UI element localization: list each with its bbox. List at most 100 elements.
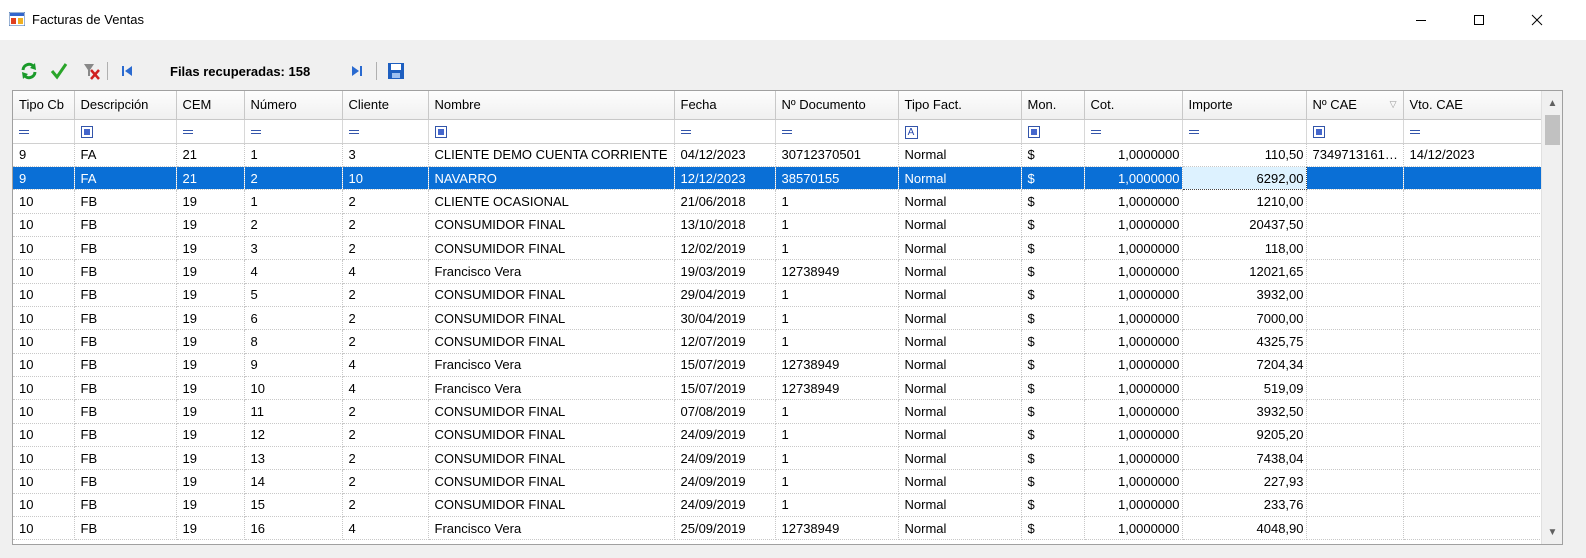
table-cell[interactable] <box>1403 236 1542 261</box>
table-cell[interactable]: $ <box>1021 236 1085 261</box>
table-cell[interactable]: 21 <box>176 166 245 191</box>
table-cell[interactable]: 1,0000000 <box>1084 446 1183 471</box>
table-cell[interactable]: FB <box>74 353 177 377</box>
table-cell[interactable]: Normal <box>898 353 1022 377</box>
table-cell[interactable]: $ <box>1021 516 1085 541</box>
accept-button[interactable] <box>48 60 70 82</box>
table-cell[interactable] <box>1403 166 1542 191</box>
table-cell[interactable]: 233,76 <box>1182 493 1307 518</box>
table-cell[interactable]: 11 <box>244 399 343 424</box>
equals-filter-icon[interactable] <box>250 130 261 135</box>
table-cell[interactable]: 29/04/2019 <box>674 283 776 307</box>
table-cell[interactable]: 10 <box>13 353 75 377</box>
filter-cell[interactable] <box>13 119 75 144</box>
table-cell[interactable] <box>1403 469 1542 494</box>
table-cell[interactable]: 3 <box>342 143 429 167</box>
filter-cell[interactable] <box>1182 119 1307 144</box>
equals-filter-icon[interactable] <box>1409 130 1420 135</box>
table-cell[interactable]: 07/08/2019 <box>674 399 776 424</box>
table-cell[interactable]: Francisco Vera <box>428 353 675 377</box>
equals-filter-icon[interactable] <box>19 130 29 135</box>
table-cell[interactable]: $ <box>1021 143 1085 167</box>
table-cell[interactable]: 3932,00 <box>1182 283 1307 307</box>
table-cell[interactable]: 10 <box>13 516 75 541</box>
table-row[interactable]: 10 FB 19 9 4 Francisco Vera 15/07/2019 12738949… <box>13 353 1542 377</box>
table-cell[interactable]: 20437,50 <box>1182 213 1307 237</box>
table-row[interactable]: 10 FB 19 11 2 CONSUMIDOR FINAL 07/08/2019 1 Norm… <box>13 399 1542 424</box>
table-cell[interactable]: FB <box>74 236 177 261</box>
table-cell[interactable]: $ <box>1021 259 1085 284</box>
table-cell[interactable] <box>1306 259 1404 284</box>
equals-filter-icon[interactable] <box>182 130 193 135</box>
table-cell[interactable]: 19/03/2019 <box>674 259 776 284</box>
table-row[interactable]: 10 FB 19 14 2 CONSUMIDOR FINAL 24/09/2019 1 Norm… <box>13 469 1542 494</box>
table-cell[interactable]: 227,93 <box>1182 469 1307 494</box>
table-cell[interactable]: 4 <box>244 259 343 284</box>
table-cell[interactable]: FB <box>74 329 177 354</box>
table-cell[interactable]: 7204,34 <box>1182 353 1307 377</box>
table-cell[interactable]: $ <box>1021 469 1085 494</box>
table-cell[interactable]: Normal <box>898 376 1022 401</box>
table-cell[interactable]: 1 <box>775 469 899 494</box>
table-cell[interactable]: 24/09/2019 <box>674 493 776 518</box>
table-cell[interactable]: 19 <box>176 516 245 541</box>
table-cell[interactable]: Normal <box>898 446 1022 471</box>
filter-cell[interactable] <box>1306 119 1404 144</box>
table-cell[interactable]: FB <box>74 189 177 214</box>
table-cell[interactable]: 9 <box>13 166 75 191</box>
table-cell[interactable]: CLIENTE OCASIONAL <box>428 189 675 214</box>
list-filter-icon[interactable] <box>1027 126 1040 139</box>
table-cell[interactable]: 12738949 <box>775 259 899 284</box>
table-cell[interactable]: $ <box>1021 189 1085 214</box>
close-button[interactable] <box>1508 0 1566 40</box>
filter-cell[interactable] <box>674 119 776 144</box>
table-cell[interactable]: FB <box>74 213 177 237</box>
table-cell[interactable]: 4 <box>342 353 429 377</box>
table-cell[interactable]: 10 <box>13 329 75 354</box>
column-header[interactable]: Importe <box>1182 91 1307 120</box>
table-cell[interactable]: 1 <box>775 399 899 424</box>
table-cell[interactable]: Normal <box>898 213 1022 237</box>
vertical-scrollbar[interactable]: ▲ ▼ <box>1541 91 1562 544</box>
table-cell[interactable]: Normal <box>898 259 1022 284</box>
table-row[interactable]: 10 FB 19 13 2 CONSUMIDOR FINAL 24/09/2019 1 Norm… <box>13 446 1542 471</box>
column-header[interactable]: Descripción <box>74 91 177 120</box>
table-cell[interactable] <box>1403 306 1542 331</box>
table-cell[interactable]: $ <box>1021 283 1085 307</box>
table-cell[interactable]: 2 <box>342 329 429 354</box>
list-filter-icon[interactable] <box>1312 126 1325 139</box>
table-cell[interactable]: CLIENTE DEMO CUENTA CORRIENTE <box>428 143 675 167</box>
table-cell[interactable]: 19 <box>176 306 245 331</box>
table-cell[interactable]: FA <box>74 143 177 167</box>
table-cell[interactable]: 12/07/2019 <box>674 329 776 354</box>
table-cell[interactable]: 10 <box>13 469 75 494</box>
table-cell[interactable]: FB <box>74 283 177 307</box>
table-cell[interactable]: Normal <box>898 423 1022 447</box>
table-cell[interactable]: 15/07/2019 <box>674 353 776 377</box>
filter-cell[interactable] <box>342 119 429 144</box>
table-cell[interactable]: 10 <box>13 259 75 284</box>
table-cell[interactable]: 10 <box>13 213 75 237</box>
table-cell[interactable]: 1 <box>775 236 899 261</box>
table-cell[interactable]: 12/12/2023 <box>674 166 776 191</box>
table-cell[interactable]: 19 <box>176 283 245 307</box>
table-cell[interactable]: CONSUMIDOR FINAL <box>428 446 675 471</box>
table-cell[interactable]: Normal <box>898 306 1022 331</box>
table-row[interactable]: 9 FA 21 1 3 CLIENTE DEMO CUENTA CORRIENTE 04/1… <box>13 143 1542 167</box>
table-cell[interactable]: Normal <box>898 143 1022 167</box>
table-cell[interactable]: 110,50 <box>1182 143 1307 167</box>
table-cell[interactable]: 2 <box>342 236 429 261</box>
table-cell[interactable] <box>1306 189 1404 214</box>
table-cell[interactable]: $ <box>1021 423 1085 447</box>
table-cell[interactable]: 4 <box>342 516 429 541</box>
table-cell[interactable]: 1,0000000 <box>1084 236 1183 261</box>
filter-dropdown-icon[interactable]: ▽ <box>1390 99 1397 110</box>
table-row[interactable]: 10 FB 19 1 2 CLIENTE OCASIONAL 21/06/2018 1 Norm… <box>13 189 1542 214</box>
table-cell[interactable]: 10 <box>13 446 75 471</box>
table-cell[interactable] <box>1403 423 1542 447</box>
text-filter-icon[interactable]: A <box>904 125 918 139</box>
table-cell[interactable] <box>1306 516 1404 541</box>
table-cell[interactable]: 19 <box>176 376 245 401</box>
table-cell[interactable]: 21/06/2018 <box>674 189 776 214</box>
refresh-button[interactable] <box>18 60 40 82</box>
